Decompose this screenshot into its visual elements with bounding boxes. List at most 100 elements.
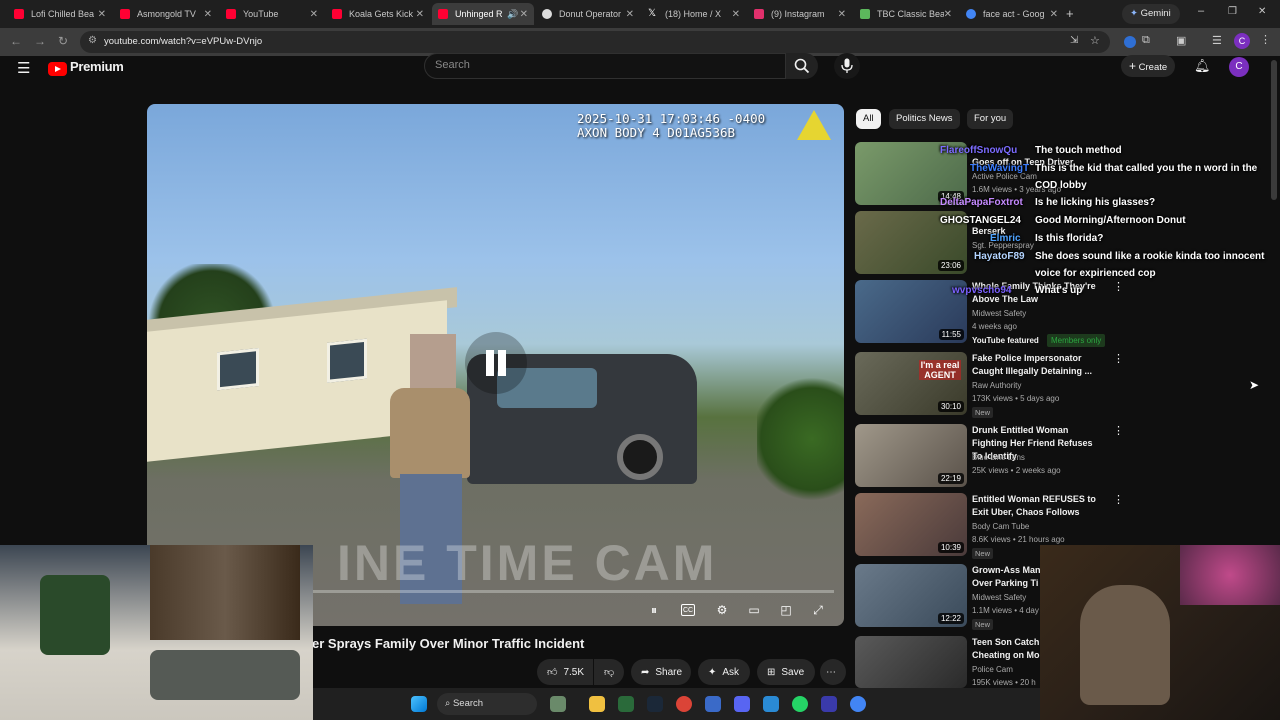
youtube-premium-logo[interactable]: Premium	[70, 59, 124, 74]
search-button[interactable]	[786, 53, 818, 79]
ask-button[interactable]: ✦ Ask	[698, 659, 750, 685]
close-tab-icon[interactable]: ✕	[310, 9, 318, 20]
channel-name[interactable]: Blue Line Lens	[972, 451, 1025, 464]
channel-name[interactable]: Body Cam Tube	[972, 520, 1029, 533]
windows-start-icon[interactable]	[411, 696, 427, 712]
app-icon[interactable]	[618, 696, 634, 712]
more-vertical-icon[interactable]: ⋮	[1113, 424, 1124, 437]
steam-icon[interactable]	[647, 696, 663, 712]
video-title[interactable]: Fake Police Impersonator Caught Illegall…	[972, 352, 1097, 378]
close-tab-icon[interactable]: ✕	[944, 9, 952, 20]
avatar[interactable]: C	[1229, 57, 1249, 77]
close-tab-icon[interactable]: ✕	[204, 9, 212, 20]
browser-tab[interactable]: Donut Operator ✕	[536, 3, 640, 25]
file-explorer-icon[interactable]	[589, 696, 605, 712]
browser-tab[interactable]: TBC Classic Bea ✕	[854, 3, 958, 25]
menu-kebab-icon[interactable]: ⋮	[1260, 33, 1271, 46]
close-tab-icon[interactable]: ✕	[626, 9, 634, 20]
channel-name[interactable]: Midwest Safety	[972, 307, 1026, 320]
close-tab-icon[interactable]: ✕	[416, 9, 424, 20]
chrome-active-icon[interactable]	[850, 696, 866, 712]
taskbar-search[interactable]: ⌕ Search	[437, 693, 537, 715]
voice-search-button[interactable]	[834, 53, 860, 79]
gemini-button[interactable]: ✦ Gemini	[1122, 4, 1180, 24]
notifications-bell-icon[interactable]: 🔔︎	[1194, 58, 1211, 74]
video-title[interactable]: Teen Son Catch Cheating on Mo	[972, 636, 1042, 662]
browser-tab[interactable]: 𝕏 (18) Home / X ✕	[642, 3, 746, 25]
telegram-icon[interactable]	[763, 696, 779, 712]
browser-tab[interactable]: face act - Goog ✕	[960, 3, 1064, 25]
close-window-icon[interactable]: ✕	[1258, 6, 1266, 17]
miniplayer-icon[interactable]: ▭	[745, 601, 763, 619]
whatsapp-icon[interactable]	[792, 696, 808, 712]
video-title[interactable]: Entitled Woman REFUSES to Exit Uber, Cha…	[972, 493, 1097, 519]
more-actions-button[interactable]: ⋯	[820, 659, 846, 685]
back-arrow-icon[interactable]: ←	[10, 34, 22, 48]
close-tab-icon[interactable]: ✕	[1050, 9, 1058, 20]
hamburger-menu-icon[interactable]: ☰	[17, 59, 30, 77]
bookmark-star-icon[interactable]: ☆	[1090, 34, 1100, 47]
browser-tab-active[interactable]: Unhinged R 🔊 ✕	[432, 3, 534, 25]
close-tab-icon[interactable]: ✕	[838, 9, 846, 20]
url-text[interactable]: youtube.com/watch?v=eVPUw-DVnjo	[104, 36, 262, 47]
extensions-puzzle-icon[interactable]: ⧉	[1142, 34, 1150, 47]
app-icon[interactable]	[705, 696, 721, 712]
downloads-icon[interactable]: ☰	[1212, 34, 1222, 47]
browser-tab[interactable]: Asmongold TV ✕	[114, 3, 218, 25]
channel-name[interactable]: Police Cam	[972, 663, 1013, 676]
discord-icon[interactable]	[734, 696, 750, 712]
chip-all[interactable]: All	[856, 109, 881, 129]
dislike-button[interactable]: 👎︎	[594, 659, 624, 685]
browser-tab[interactable]: Lofi Chilled Bea ✕	[8, 3, 112, 25]
site-info-icon[interactable]: ⚙	[88, 35, 97, 46]
recommended-video[interactable]: I'm a real AGENT 30:10 Fake Police Imper…	[855, 352, 1125, 418]
sparkle-icon: ✦	[708, 666, 717, 678]
share-button[interactable]: ➦ Share	[631, 659, 691, 685]
autoplay-toggle-icon[interactable]: ⏸	[645, 601, 663, 619]
create-button[interactable]: + Create	[1121, 55, 1175, 77]
forward-arrow-icon[interactable]: →	[34, 34, 46, 48]
save-button[interactable]: ⊞ Save	[757, 659, 815, 685]
browser-tab[interactable]: YouTube ✕	[220, 3, 324, 25]
channel-name[interactable]: Raw Authority	[972, 379, 1021, 392]
profile-avatar[interactable]: C	[1234, 33, 1250, 49]
video-thumbnail[interactable]: I'm a real AGENT 30:10	[855, 352, 967, 415]
settings-gear-icon[interactable]: ⚙	[713, 601, 731, 619]
close-tab-icon[interactable]: ✕	[520, 9, 528, 20]
install-app-icon[interactable]: ⇲	[1070, 35, 1078, 46]
channel-name[interactable]: Midwest Safety	[972, 591, 1026, 604]
chip-for-you[interactable]: For you	[967, 109, 1014, 129]
pause-icon[interactable]	[465, 332, 527, 394]
chip-politics-news[interactable]: Politics News	[889, 109, 960, 129]
new-tab-button[interactable]: +	[1066, 6, 1074, 21]
chrome-icon[interactable]	[676, 696, 692, 712]
fullscreen-icon[interactable]: ⤢	[809, 601, 827, 619]
more-vertical-icon[interactable]: ⋮	[1113, 352, 1124, 365]
captions-icon[interactable]: CC	[681, 604, 695, 616]
address-bar[interactable]: ⚙ youtube.com/watch?v=eVPUw-DVnjo ⇲ ☆	[80, 31, 1110, 53]
video-thumbnail[interactable]: 10:39	[855, 493, 967, 556]
app-icon[interactable]	[821, 696, 837, 712]
like-button[interactable]: 👍︎ 7.5K	[537, 659, 593, 685]
close-tab-icon[interactable]: ✕	[732, 9, 740, 20]
youtube-logo-icon[interactable]	[48, 62, 67, 76]
cast-icon[interactable]: ◰	[777, 601, 795, 619]
recommended-video[interactable]: 22:19 Drunk Entitled Woman Fighting Her …	[855, 424, 1125, 490]
restore-window-icon[interactable]: ❐	[1228, 6, 1237, 17]
video-thumbnail[interactable]	[855, 636, 967, 688]
chat-message: She does sound like a rookie kinda too i…	[1035, 251, 1265, 279]
close-tab-icon[interactable]: ✕	[98, 9, 106, 20]
audio-speaker-icon[interactable]: 🔊	[507, 9, 518, 20]
extension-icon[interactable]	[1124, 36, 1136, 48]
reload-icon[interactable]: ↻	[58, 34, 68, 48]
browser-tab[interactable]: Koala Gets Kick ✕	[326, 3, 430, 25]
side-panel-icon[interactable]: ▣	[1176, 34, 1186, 47]
more-vertical-icon[interactable]: ⋮	[1113, 493, 1124, 506]
browser-tab[interactable]: (9) Instagram ✕	[748, 3, 852, 25]
video-title[interactable]: Grown-Ass Man Over Parking Ti	[972, 564, 1042, 590]
video-thumbnail[interactable]: 12:22	[855, 564, 967, 627]
widgets-icon[interactable]	[550, 696, 566, 712]
search-input[interactable]: Search	[424, 53, 786, 79]
minimize-window-icon[interactable]: –	[1198, 5, 1204, 17]
video-thumbnail[interactable]: 22:19	[855, 424, 967, 487]
